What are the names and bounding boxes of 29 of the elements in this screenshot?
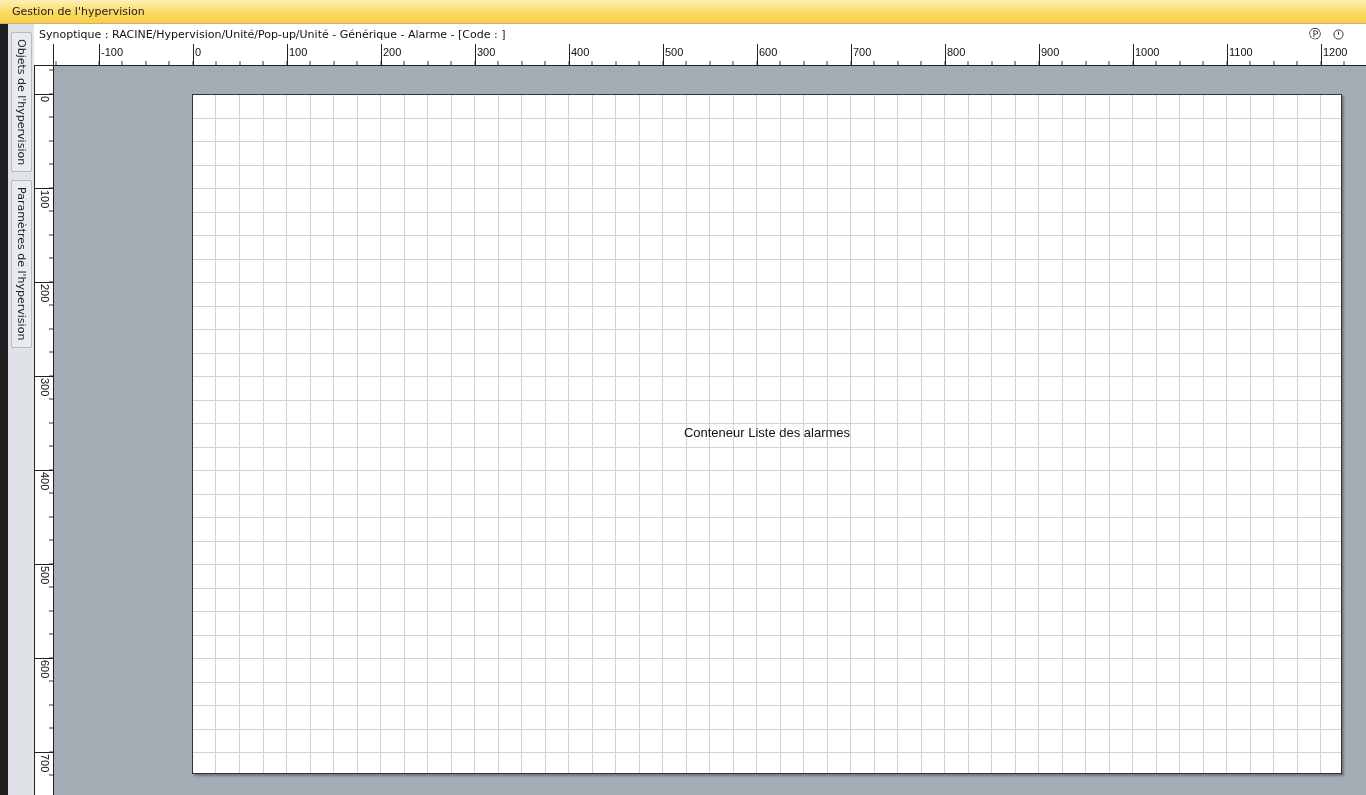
ruler-label: 300 <box>475 44 496 65</box>
side-tab[interactable]: Paramètres de l'hypervision <box>10 180 32 348</box>
ruler-label: 1200 <box>1321 44 1348 65</box>
side-tab[interactable]: Objets de l'hypervision <box>10 32 32 173</box>
ruler-label: 700 <box>851 44 872 65</box>
ruler-label: 800 <box>945 44 966 65</box>
ruler-label: 100 <box>287 44 308 65</box>
ruler-label: 400 <box>35 470 53 491</box>
ruler-label: 100 <box>35 188 53 209</box>
ruler-label: 600 <box>757 44 778 65</box>
synoptic-path: Synoptique : RACINE/Hypervision/Unité/Pop-up/Unité - Générique - Alarme - [Code : ] <box>39 27 507 41</box>
window-title: Gestion de l'hypervision <box>0 0 1366 24</box>
ruler-label: 300 <box>35 376 53 397</box>
ruler-label: 600 <box>35 658 53 679</box>
ruler-label: -100 <box>99 44 124 65</box>
ruler-label: 500 <box>35 564 53 585</box>
ruler-label: 900 <box>1039 44 1060 65</box>
clock-icon[interactable] <box>1333 28 1344 40</box>
ruler-label: 500 <box>663 44 684 65</box>
ruler-label: 1000 <box>1133 44 1160 65</box>
p-icon[interactable]: Ⓟ <box>1309 25 1321 43</box>
ruler-label: 1100 <box>1227 44 1253 65</box>
ruler-label: 200 <box>35 282 53 303</box>
ruler-label: 0 <box>35 94 53 103</box>
ruler-label: 400 <box>569 44 590 65</box>
ruler-label: 0 <box>193 44 202 65</box>
ruler-label: 700 <box>35 752 53 773</box>
container-label: Conteneur Liste des alarmes <box>683 424 851 440</box>
ruler-label: 200 <box>381 44 402 65</box>
